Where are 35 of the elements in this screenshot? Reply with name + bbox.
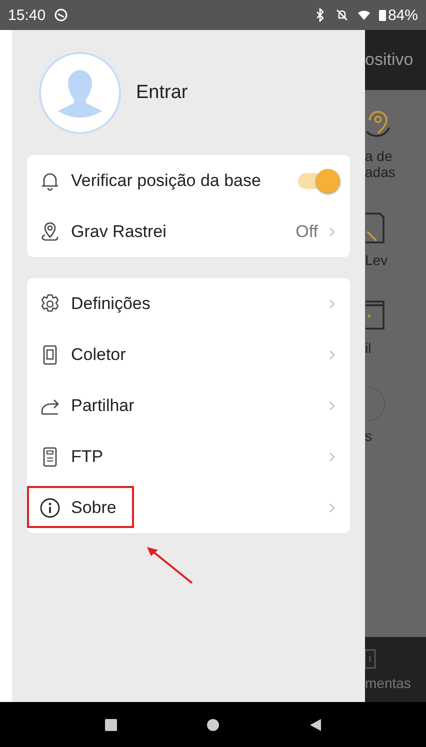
gear-icon — [39, 292, 61, 314]
annotation-arrow — [145, 545, 195, 585]
back-button[interactable] — [308, 718, 322, 732]
menu-label: a de adas — [365, 148, 396, 180]
tab-label: mentas — [365, 674, 411, 690]
menu-item[interactable]: Coletor — [27, 329, 350, 380]
chevron-icon — [328, 450, 336, 462]
battery-level: 84% — [388, 6, 418, 24]
info-icon — [39, 496, 61, 518]
toolbox-icon — [365, 648, 377, 668]
menu-item[interactable]: Partilhar — [27, 380, 350, 431]
recents-button[interactable] — [104, 718, 118, 732]
bottom-tab[interactable]: mentas — [365, 637, 426, 702]
home-button[interactable] — [206, 718, 220, 732]
chevron-icon — [328, 348, 336, 360]
menu-label: il — [365, 340, 372, 356]
mute-icon — [334, 8, 349, 22]
header-title: ositivo — [365, 50, 414, 70]
location-pin-icon — [39, 220, 61, 242]
menu-item[interactable]: Grav Rastrei Off — [27, 206, 350, 257]
chevron-icon — [328, 298, 336, 310]
login-link[interactable]: Entrar — [136, 82, 188, 104]
menu-item[interactable]: Sobre — [27, 482, 350, 533]
battery-icon — [378, 9, 386, 21]
chevron-icon — [328, 502, 336, 514]
chevron-icon — [328, 400, 336, 412]
sync-icon — [54, 8, 68, 22]
menu-item[interactable]: Verificar posição da base — [27, 155, 350, 206]
menu-item[interactable]: FTP — [27, 431, 350, 482]
menu-label: Lev — [365, 252, 388, 268]
menu-label: s — [365, 428, 372, 444]
wifi-icon — [356, 8, 371, 22]
status-time: 15:40 — [8, 6, 46, 24]
menu-item[interactable]: Definições — [27, 278, 350, 329]
chevron-icon — [328, 226, 336, 238]
